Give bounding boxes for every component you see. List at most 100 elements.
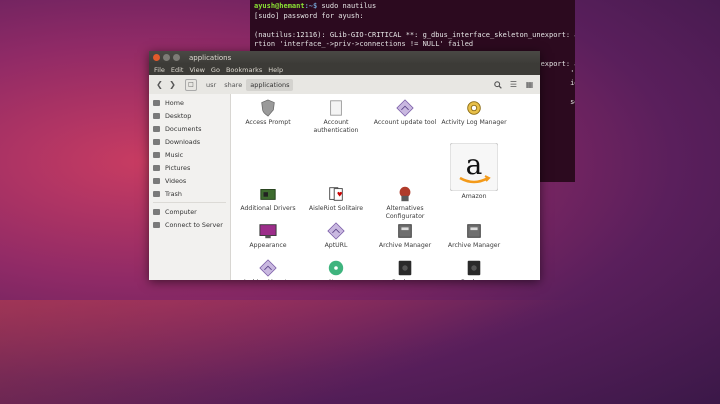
trash-icon <box>153 190 160 197</box>
archive-icon <box>465 222 483 240</box>
cards-icon: ♥ <box>327 185 345 203</box>
app-item[interactable]: AptURL <box>303 222 369 250</box>
app-label: Alternatives Configurator <box>385 205 425 220</box>
svg-text:♥: ♥ <box>337 192 343 199</box>
menu-bookmarks[interactable]: Bookmarks <box>226 66 262 74</box>
atom-icon <box>327 259 345 277</box>
breadcrumb-share[interactable]: share <box>220 79 246 91</box>
app-item[interactable]: a Amazon <box>441 142 507 201</box>
sidebar-item-home[interactable]: Home <box>149 96 230 109</box>
chip-icon <box>259 185 277 203</box>
terminal-line: (nautilus:12116): GLib-GIO-CRITICAL **: … <box>254 30 575 39</box>
app-label: AisleRiot Solitaire <box>308 205 364 212</box>
window-title: applications <box>189 53 232 62</box>
amazon-icon: a <box>449 142 499 192</box>
app-item[interactable]: Access Prompt <box>235 99 301 127</box>
menu-help[interactable]: Help <box>268 66 283 74</box>
menu-edit[interactable]: Edit <box>171 66 184 74</box>
file-grid: Access Prompt Account authentication Accou… <box>231 94 540 280</box>
app-label: Archive Manager <box>447 242 501 249</box>
app-item[interactable]: Additional Drivers <box>235 185 301 213</box>
diamond-icon <box>327 222 345 240</box>
app-label: Appearance <box>249 242 287 249</box>
app-item[interactable]: Account update tool <box>372 99 438 127</box>
window-titlebar[interactable]: applications <box>149 51 540 64</box>
safe-icon <box>465 259 483 277</box>
menu-view[interactable]: View <box>189 66 204 74</box>
app-item[interactable]: ♥ AisleRiot Solitaire <box>303 185 369 213</box>
sidebar-item-label: Desktop <box>165 111 192 120</box>
menu-file[interactable]: File <box>154 66 165 74</box>
app-item[interactable]: Appearance <box>235 222 301 250</box>
prompt-command: sudo nautilus <box>317 2 377 10</box>
pictures-icon <box>153 164 160 171</box>
app-item[interactable]: Alternatives Configurator <box>372 185 438 220</box>
desktop-wallpaper <box>0 300 720 404</box>
close-button[interactable] <box>153 54 160 61</box>
app-label: Account update tool <box>373 119 437 126</box>
sidebar-item-label: Computer <box>165 207 197 216</box>
home-icon <box>153 99 160 106</box>
app-item[interactable]: Atom <box>303 259 369 280</box>
places-sidebar: Home Desktop Documents Downloads Music Pictur… <box>149 94 231 280</box>
app-item[interactable]: Archive Manager <box>441 222 507 250</box>
app-label: Account authentication <box>313 119 359 134</box>
tools-icon <box>396 185 414 203</box>
svg-text:a: a <box>466 148 483 181</box>
toolbar: ❮ ❯ □ usr share applications ☰ ▦ <box>149 75 540 95</box>
sidebar-item-label: Home <box>165 98 184 107</box>
sidebar-item-label: Pictures <box>165 163 191 172</box>
sidebar-item-connect-to-server[interactable]: Connect to Server <box>149 218 230 231</box>
sidebar-item-label: Videos <box>165 176 187 185</box>
root-drive-icon[interactable]: □ <box>185 78 197 91</box>
app-label: Additional Drivers <box>240 205 296 212</box>
back-button[interactable]: ❮ <box>153 78 166 91</box>
sidebar-item-documents[interactable]: Documents <box>149 122 230 135</box>
computer-icon <box>153 208 160 215</box>
app-item[interactable]: Backups <box>441 259 507 280</box>
app-item[interactable]: Archive Manager <box>372 222 438 250</box>
sidebar-item-pictures[interactable]: Pictures <box>149 161 230 174</box>
sidebar-item-computer[interactable]: Computer <box>149 205 230 218</box>
prompt-path: :~$ <box>304 2 318 10</box>
sidebar-item-label: Trash <box>165 189 182 198</box>
app-label: AptURL <box>324 242 348 249</box>
terminal-line: ayush@hemant:~$ sudo nautilus <box>254 2 571 12</box>
server-icon <box>153 221 160 228</box>
folder-icon <box>153 112 160 119</box>
breadcrumb-applications[interactable]: applications <box>246 78 294 91</box>
app-item[interactable]: Backups <box>372 259 438 280</box>
gear-icon <box>465 99 483 117</box>
app-label: Backups <box>372 279 438 280</box>
grid-view-icon[interactable]: ▦ <box>523 78 536 91</box>
app-item[interactable]: Archive Mounter <box>235 259 301 280</box>
diamond-icon <box>396 99 414 117</box>
terminal-line: [sudo] password for ayush: <box>254 11 364 20</box>
menu-go[interactable]: Go <box>211 66 220 74</box>
app-label: Archive Mounter <box>235 279 301 280</box>
sidebar-item-videos[interactable]: Videos <box>149 174 230 187</box>
archive-icon <box>396 222 414 240</box>
sidebar-item-downloads[interactable]: Downloads <box>149 135 230 148</box>
forward-button[interactable]: ❯ <box>166 78 179 91</box>
document-icon <box>327 99 345 117</box>
sidebar-item-desktop[interactable]: Desktop <box>149 109 230 122</box>
app-item[interactable]: Account authentication <box>303 99 369 134</box>
sidebar-item-label: Downloads <box>165 137 201 146</box>
minimize-button[interactable] <box>163 54 170 61</box>
sidebar-item-music[interactable]: Music <box>149 148 230 161</box>
app-label: Activity Log Manager <box>441 119 507 126</box>
file-manager-window: applications File Edit View Go Bookmarks… <box>149 51 540 280</box>
folder-icon <box>153 125 160 132</box>
video-icon <box>153 177 160 184</box>
sidebar-item-trash[interactable]: Trash <box>149 187 230 200</box>
app-item[interactable]: Activity Log Manager <box>441 99 507 127</box>
app-label: Amazon <box>461 193 487 200</box>
list-view-icon[interactable]: ☰ <box>507 78 520 91</box>
breadcrumb-usr[interactable]: usr <box>202 79 220 91</box>
terminal-line: rtion 'interface_->priv->connections != … <box>254 40 474 49</box>
app-label: Access Prompt <box>245 119 291 126</box>
search-icon[interactable] <box>491 78 504 91</box>
maximize-button[interactable] <box>173 54 180 61</box>
